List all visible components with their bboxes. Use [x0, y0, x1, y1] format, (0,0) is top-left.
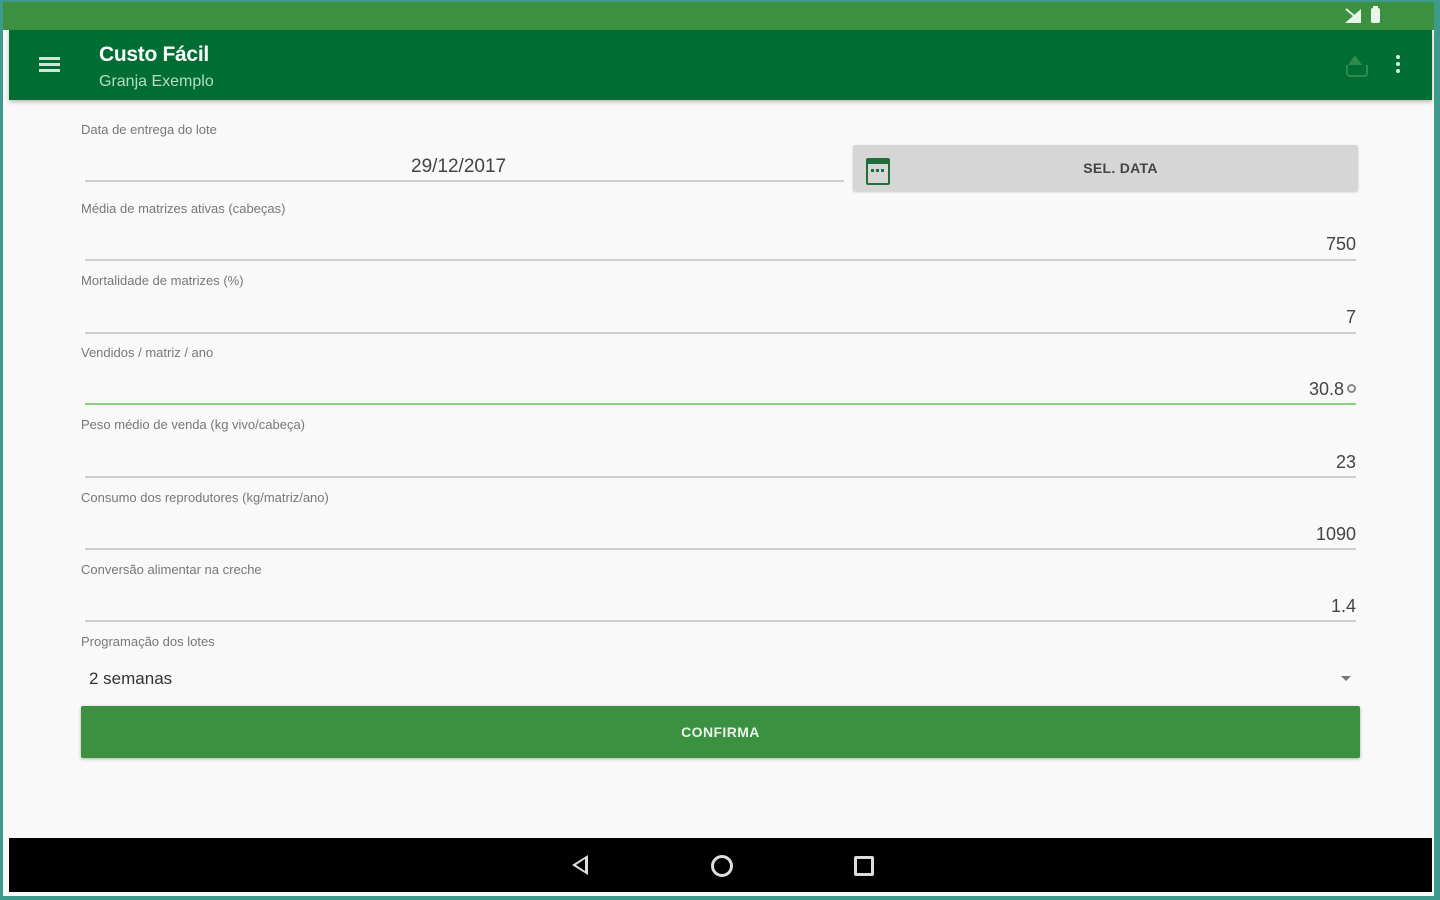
nav-bar — [9, 838, 1432, 892]
underline-matrizes — [85, 259, 1356, 261]
nav-back-icon[interactable] — [572, 855, 588, 875]
input-vendidos[interactable]: 30.8 — [1309, 379, 1356, 400]
schedule-spinner[interactable] — [83, 660, 1360, 696]
underline-mortalidade — [85, 332, 1356, 334]
menu-icon[interactable] — [39, 57, 60, 73]
app-window: Custo Fácil Granja Exemplo Data de entre… — [3, 2, 1434, 896]
date-underline — [85, 180, 844, 182]
upload-icon[interactable] — [1342, 53, 1368, 79]
underline-consumo — [85, 548, 1356, 550]
input-mortalidade[interactable]: 7 — [1346, 307, 1356, 328]
field-label-consumo: Consumo dos reprodutores (kg/matriz/ano) — [81, 490, 329, 505]
input-consumo[interactable]: 1090 — [1316, 524, 1356, 545]
underline-conversao — [85, 620, 1356, 622]
schedule-selected: 2 semanas — [89, 669, 173, 688]
app-subtitle: Granja Exemplo — [99, 73, 214, 90]
nav-home-icon[interactable] — [711, 855, 733, 877]
select-date-label: SEL. DATA — [1083, 160, 1158, 176]
select-date-button[interactable]: SEL. DATA — [853, 145, 1358, 191]
clear-icon[interactable] — [1347, 384, 1356, 393]
date-input[interactable]: 29/12/2017 — [411, 156, 506, 178]
field-label-matrizes: Média de matrizes ativas (cabeças) — [81, 201, 286, 216]
field-label-conversao: Conversão alimentar na creche — [81, 562, 262, 577]
input-conversao[interactable]: 1.4 — [1331, 596, 1356, 617]
date-label: Data de entrega do lote — [81, 122, 217, 137]
confirm-button[interactable]: CONFIRMA — [81, 706, 1360, 758]
dropdown-arrow-icon[interactable] — [1341, 676, 1351, 681]
underline-vendidos — [85, 403, 1356, 405]
app-bar: Custo Fácil Granja Exemplo — [9, 30, 1432, 100]
more-vert-icon[interactable] — [1393, 55, 1403, 77]
input-matrizes[interactable]: 750 — [1326, 234, 1356, 255]
app-title: Custo Fácil — [99, 43, 209, 66]
input-vendidos-text: 30.8 — [1308, 379, 1344, 399]
battery-icon — [1371, 5, 1380, 23]
signal-icon — [1343, 7, 1361, 23]
status-icons — [1343, 5, 1380, 23]
field-label-mortalidade: Mortalidade de matrizes (%) — [81, 273, 244, 288]
schedule-label: Programação dos lotes — [81, 634, 215, 649]
status-bar — [3, 2, 1434, 30]
input-peso[interactable]: 23 — [1336, 452, 1356, 473]
nav-recent-icon[interactable] — [854, 856, 874, 876]
field-label-vendidos: Vendidos / matriz / ano — [81, 345, 214, 360]
field-label-peso: Peso médio de venda (kg vivo/cabeça) — [81, 417, 306, 432]
underline-peso — [85, 476, 1356, 478]
